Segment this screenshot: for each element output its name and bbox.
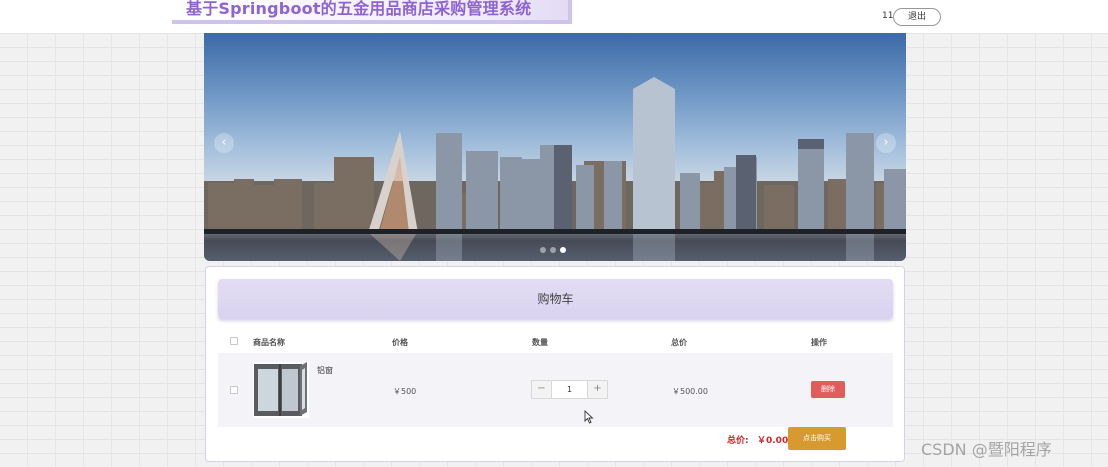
- cart-title: 购物车: [218, 279, 893, 319]
- quantity-decrease-button[interactable]: −: [532, 381, 551, 398]
- column-header-action: 操作: [811, 338, 827, 347]
- chevron-left-icon: ‹: [221, 135, 227, 150]
- site-title: 基于Springboot的五金用品商店采购管理系统: [172, 0, 572, 24]
- username: 11: [882, 11, 894, 21]
- chevron-right-icon: ›: [883, 135, 889, 150]
- carousel-dot-2[interactable]: [550, 247, 556, 253]
- carousel-dot-3[interactable]: [560, 247, 566, 253]
- carousel-prev-button[interactable]: ‹: [214, 133, 234, 153]
- carousel-dot-1[interactable]: [540, 247, 546, 253]
- buy-button[interactable]: 点击购买: [788, 427, 846, 450]
- plus-icon: +: [593, 383, 602, 394]
- cart-panel: 购物车 商品名称 价格 数量 总价 操作 铝窗 ￥500 − 1 + ￥500.…: [205, 266, 905, 462]
- top-bar: 基于Springboot的五金用品商店采购管理系统 11 退出: [0, 0, 1108, 33]
- total-value: ￥0.00: [757, 436, 789, 446]
- mouse-cursor-icon: [584, 410, 594, 424]
- quantity-stepper: − 1 +: [531, 380, 608, 399]
- carousel-next-button[interactable]: ›: [876, 133, 896, 153]
- product-name: 铝窗: [317, 366, 333, 375]
- minus-icon: −: [537, 383, 546, 394]
- quantity-increase-button[interactable]: +: [588, 381, 607, 398]
- column-header-price: 价格: [392, 338, 408, 347]
- banner-carousel: ‹ ›: [204, 33, 906, 261]
- quantity-input[interactable]: 1: [551, 381, 588, 398]
- cart-item-row: 铝窗 ￥500 − 1 + ￥500.00 删除: [218, 353, 893, 427]
- column-header-subtotal: 总价: [671, 338, 687, 347]
- logout-button[interactable]: 退出: [893, 8, 941, 26]
- item-subtotal: ￥500.00: [672, 387, 708, 396]
- total-label: 总价:: [727, 436, 749, 446]
- column-header-name: 商品名称: [253, 338, 285, 347]
- product-price: ￥500: [393, 387, 417, 396]
- select-all-checkbox[interactable]: [230, 337, 238, 345]
- column-header-quantity: 数量: [532, 338, 548, 347]
- watermark: CSDN @暨阳程序: [921, 440, 1052, 459]
- carousel-indicators: [540, 247, 566, 253]
- delete-button[interactable]: 删除: [811, 381, 845, 398]
- item-checkbox[interactable]: [230, 386, 238, 394]
- product-image: [253, 362, 309, 418]
- city-skyline-image: [204, 77, 906, 261]
